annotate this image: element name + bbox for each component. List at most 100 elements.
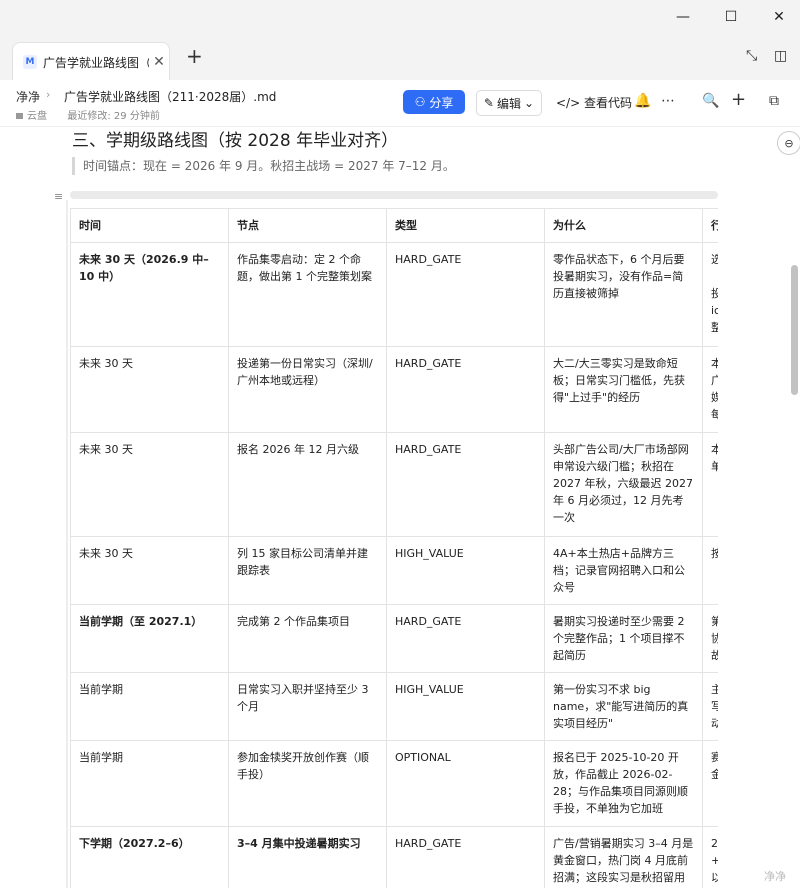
reason-cell: 广告/营销暑期实习 3–4 月是黄金窗口，热门岗 4 月底前招满；这段实习是秋招… xyxy=(544,826,703,888)
reason-cell: 大二/大三零实习是致命短板；日常实习门槛低，先获得"上过手"的经历 xyxy=(544,346,703,433)
action-cell: 本 单 xyxy=(702,432,718,537)
open-external-icon[interactable]: ⧉ xyxy=(769,93,779,109)
table-row: 未来 30 天投递第一份日常实习（深圳/广州本地或远程） HARD_GATE 大二/… xyxy=(70,346,718,433)
column-header: 节点 xyxy=(228,208,387,243)
reason-cell: 第一份实习不求 big name，求"能写进简历的真实项目经历" xyxy=(544,672,703,741)
search-icon[interactable]: 🔍 xyxy=(702,93,719,109)
new-tab-button[interactable]: + xyxy=(186,44,203,68)
tab-bar: M 广告学就业路线图（ ✕ xyxy=(0,36,800,81)
watermark: 净净 xyxy=(764,870,786,883)
code-icon: </> xyxy=(556,96,581,110)
minimize-button[interactable]: — xyxy=(660,0,706,34)
reason-cell: 零作品状态下，6 个月后要投暑期实习，没有作品=简历直接被筛掉 xyxy=(544,242,703,347)
type-cell: HARD_GATE xyxy=(386,346,545,433)
share-button[interactable]: ⚇ 分享 xyxy=(403,90,465,114)
app-logo-icon: M xyxy=(23,55,37,69)
column-header: 时间 xyxy=(70,208,229,243)
time-cell: 未来 30 天 xyxy=(70,346,229,433)
close-window-button[interactable]: ✕ xyxy=(756,0,800,34)
table-horizontal-scrollbar[interactable] xyxy=(70,191,718,199)
edit-label: 编辑 xyxy=(496,96,521,111)
maximize-button[interactable]: ☐ xyxy=(708,0,754,34)
column-header: 类型 xyxy=(386,208,545,243)
table-row: 未来 30 天（2026.9 中–10 中） 作品集零启动：定 2 个命题，做出第… xyxy=(70,242,718,347)
time-cell: 未来 30 天 xyxy=(70,432,229,537)
type-cell: OPTIONAL xyxy=(386,740,545,827)
reason-cell: 头部广告公司/大厂市场部网申常设六级门槛；秋招在 2027 年秋，六级最迟 20… xyxy=(544,432,703,537)
action-cell: 2 + 以 鞋 xyxy=(702,826,718,888)
tab-label: 广告学就业路线图（ xyxy=(43,55,149,70)
blockquote: 时间锚点：现在 = 2026 年 9 月。秋招主战场 = 2027 年 7–12… xyxy=(72,157,455,175)
table-header-row: 时间 节点 类型 为什么行 xyxy=(70,208,718,243)
pencil-icon: ✎ xyxy=(483,96,494,110)
tab-document[interactable]: M 广告学就业路线图（ ✕ xyxy=(12,42,170,81)
breadcrumb-file[interactable]: 广告学就业路线图（211·2028届）.md xyxy=(64,88,276,105)
edit-button[interactable]: ✎ 编辑 ⌄ xyxy=(476,90,542,116)
action-cell: 本 广 媒 每 xyxy=(702,346,718,433)
type-cell: HARD_GATE xyxy=(386,604,545,673)
reason-cell: 报名已于 2025-10-20 开放，作品截止 2026-02-28；与作品集项… xyxy=(544,740,703,827)
doc-modified: 最近修改: 29 分钟前 xyxy=(67,111,160,122)
section-heading: 三、学期级路线图（按 2028 年毕业对齐） xyxy=(72,131,399,151)
tab-close-icon[interactable]: ✕ xyxy=(149,54,169,70)
chevron-down-icon: ⌄ xyxy=(524,96,535,110)
view-code-label: 查看代码 xyxy=(583,96,632,110)
table-row: 当前学期 日常实习入职并坚持至少 3 个月 HIGH_VALUE 第一份实习不求 bi… xyxy=(70,672,718,741)
time-cell: 当前学期 xyxy=(70,740,229,827)
type-cell: HIGH_VALUE xyxy=(386,672,545,741)
table-row: 未来 30 天列 15 家目标公司清单并建跟踪表 HIGH_VALUE 4A+本土热… xyxy=(70,536,718,605)
window-titlebar: — ☐ ✕ xyxy=(0,0,800,36)
reason-cell: 暑期实习投递时至少需要 2 个完整作品；1 个项目撑不起简历 xyxy=(544,604,703,673)
roadmap-table: 时间 节点 类型 为什么行 未来 30 天（2026.9 中–10 中） 作品集零启动：… xyxy=(70,208,718,888)
node-cell: 作品集零启动：定 2 个命题，做出第 1 个完整策划案 xyxy=(228,242,387,347)
vertical-scrollbar-thumb[interactable] xyxy=(791,265,798,395)
action-cell: 选 投 ic 整 xyxy=(702,242,718,347)
table-row: 未来 30 天报名 2026 年 12 月六级 HARD_GATE 头部广告公司/大… xyxy=(70,432,718,537)
node-cell: 列 15 家目标公司清单并建跟踪表 xyxy=(228,536,387,605)
node-cell: 参加金犊奖开放创作赛（顺手投） xyxy=(228,740,387,827)
share-users-icon: ⚇ xyxy=(414,95,426,109)
table-row: 当前学期（至 2027.1） 完成第 2 个作品集项目 HARD_GATE 暑期实习投… xyxy=(70,604,718,673)
node-cell: 日常实习入职并坚持至少 3 个月 xyxy=(228,672,387,741)
table-row: 当前学期 参加金犊奖开放创作赛（顺手投） OPTIONAL 报名已于 2025-10-… xyxy=(70,740,718,827)
node-cell: 完成第 2 个作品集项目 xyxy=(228,604,387,673)
cloud-drive-icon xyxy=(16,113,23,119)
table-row: 下学期（2027.2–6） 3–4 月集中投递暑期实习 HARD_GATE 广告/营销… xyxy=(70,826,718,888)
type-cell: HIGH_VALUE xyxy=(386,536,545,605)
drag-handle-icon[interactable]: ≡ xyxy=(54,190,63,203)
node-cell: 投递第一份日常实习（深圳/广州本地或远程） xyxy=(228,346,387,433)
column-header: 行 xyxy=(702,208,718,243)
bell-icon[interactable]: 🔔 xyxy=(634,93,651,109)
time-cell: 未来 30 天 xyxy=(70,536,229,605)
panel-toggle-icon[interactable]: ◫ xyxy=(774,48,787,64)
action-cell: 按 xyxy=(702,536,718,605)
node-cell: 3–4 月集中投递暑期实习 xyxy=(228,826,387,888)
roadmap-table-viewport: 时间 节点 类型 为什么行 未来 30 天（2026.9 中–10 中） 作品集零启动：… xyxy=(70,208,718,888)
document-content: 三、学期级路线图（按 2028 年毕业对齐） 时间锚点：现在 = 2026 年 … xyxy=(0,126,800,888)
type-cell: HARD_GATE xyxy=(386,242,545,347)
action-cell: 第 协 故 xyxy=(702,604,718,673)
share-label: 分享 xyxy=(429,95,454,110)
action-cell: 主 写 动 xyxy=(702,672,718,741)
time-cell: 下学期（2027.2–6） xyxy=(70,826,229,888)
action-cell: 赛 金 xyxy=(702,740,718,827)
more-icon[interactable]: ⋯ xyxy=(661,93,675,109)
time-cell: 当前学期 xyxy=(70,672,229,741)
column-header: 为什么 xyxy=(544,208,703,243)
doc-meta: 云盘 最近修改: 29 分钟前 xyxy=(16,107,160,122)
type-cell: HARD_GATE xyxy=(386,432,545,537)
node-cell: 报名 2026 年 12 月六级 xyxy=(228,432,387,537)
add-icon[interactable]: + xyxy=(731,89,746,110)
document-header: 净净 › 广告学就业路线图（211·2028届）.md 云盘 最近修改: 29 … xyxy=(0,80,800,127)
shrink-icon[interactable]: ⤡ xyxy=(746,48,757,64)
breadcrumb-separator-icon: › xyxy=(46,88,51,101)
vertical-scrollbar-track[interactable] xyxy=(789,128,799,888)
reason-cell: 4A+本土热店+品牌方三档；记录官网招聘入口和公众号 xyxy=(544,536,703,605)
table-side-rail xyxy=(66,200,68,888)
type-cell: HARD_GATE xyxy=(386,826,545,888)
doc-location: 云盘 xyxy=(27,111,47,122)
time-cell: 未来 30 天（2026.9 中–10 中） xyxy=(70,242,229,347)
breadcrumb-workspace[interactable]: 净净 xyxy=(16,88,40,105)
time-cell: 当前学期（至 2027.1） xyxy=(70,604,229,673)
view-code-button[interactable]: </> 查看代码 xyxy=(556,94,632,111)
